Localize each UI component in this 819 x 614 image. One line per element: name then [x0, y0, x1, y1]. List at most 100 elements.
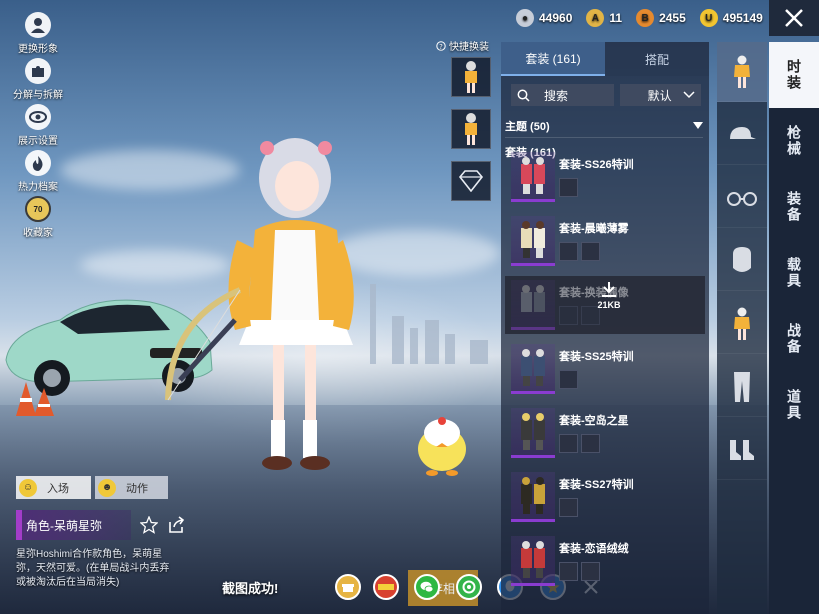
tab-action-label: 动作 — [126, 482, 148, 495]
tab-fashion-label: 时装 — [786, 59, 802, 91]
part-icon — [581, 562, 600, 581]
suit-item[interactable]: 套装-SS27特训 — [505, 468, 705, 526]
suit-thumbnail — [511, 216, 555, 266]
suit-name: 套装-空岛之星 — [559, 415, 629, 427]
category-mask[interactable] — [717, 231, 767, 291]
category-top[interactable] — [717, 294, 767, 354]
menu-label: 分解与拆解 — [13, 90, 63, 101]
currency-bar: ● 44960 A 11 B 2455 U 495149 — [516, 8, 763, 28]
quick-slot-1[interactable] — [451, 57, 491, 97]
menu-decompose[interactable]: 分解与拆解 — [10, 58, 66, 101]
part-icon — [581, 434, 600, 453]
animation-tabs: ☺ 入场 ☻ 动作 — [16, 476, 168, 499]
crossbow-image — [165, 287, 242, 401]
menu-heat-profile[interactable]: 热力档案 — [10, 150, 66, 193]
silver-coin-icon: ● — [516, 9, 534, 27]
chick-pet-image — [418, 417, 466, 476]
wechat-icon[interactable] — [414, 574, 440, 600]
currency-bp: B 2455 — [636, 9, 686, 27]
suit-item[interactable]: 套装-晨曦薄雾 — [505, 212, 705, 270]
traffic-cones-image — [16, 382, 54, 416]
screenshot-toast: 截图成功! — [222, 581, 279, 596]
chevron-down-icon — [683, 91, 695, 99]
menu-label: 收藏家 — [23, 228, 53, 239]
currency-value: 44960 — [539, 11, 573, 25]
category-outfit[interactable] — [717, 42, 767, 102]
tab-entry-label: 入场 — [47, 482, 69, 495]
boots-icon — [730, 439, 754, 460]
download-icon — [602, 282, 616, 297]
part-icon — [559, 242, 578, 261]
tab-entry[interactable]: ☺ 入场 — [16, 476, 91, 499]
tab-fashion[interactable]: 时装 — [769, 42, 819, 108]
suit-item[interactable]: 套装-空岛之星 — [505, 404, 705, 462]
menu-change-avatar[interactable]: 更换形象 — [10, 12, 66, 55]
favorite-star-icon[interactable] — [139, 515, 159, 539]
suit-item[interactable]: 套装-SS25特训 — [505, 340, 705, 398]
gift-icon[interactable] — [335, 574, 361, 600]
tab-vehicles-label: 载具 — [786, 257, 802, 289]
suit-item[interactable]: 套装-恋语绒绒 — [505, 532, 705, 590]
tab-vehicles[interactable]: 载具 — [769, 240, 819, 306]
theme-filter[interactable]: 主题 (50) — [505, 114, 703, 138]
tab-combat-prep-label: 战备 — [786, 323, 802, 355]
top-icon — [734, 307, 750, 340]
category-hat[interactable] — [717, 105, 767, 165]
part-icon — [559, 370, 578, 389]
tab-items[interactable]: 道具 — [769, 372, 819, 438]
part-icon — [559, 434, 578, 453]
diamond-icon — [458, 170, 484, 192]
tab-suits-label: 套装 (161) — [525, 51, 581, 66]
tab-items-label: 道具 — [786, 389, 802, 421]
suit-name: 套装-晨曦薄雾 — [559, 223, 629, 235]
menu-label: 热力档案 — [18, 182, 58, 193]
svg-text:?: ? — [439, 43, 443, 51]
currency-silver: ● 44960 — [516, 9, 572, 27]
close-button[interactable] — [769, 0, 819, 36]
tab-combos[interactable]: 搭配 — [605, 42, 709, 76]
tab-suits[interactable]: 套装 (161) — [501, 42, 605, 76]
collector-badge-icon: 70 — [25, 196, 51, 222]
theme-label: 主题 (50) — [505, 120, 550, 133]
suit-item[interactable]: 套装-SS26特训 — [505, 148, 705, 206]
quick-slot-3[interactable] — [451, 161, 491, 201]
cap-icon — [730, 126, 756, 139]
emote-icon: ☻ — [98, 478, 116, 497]
quick-change-label: ? 快捷换装 — [436, 38, 489, 53]
suit-thumbnail — [511, 344, 555, 394]
currency-uc: U 495149 — [699, 9, 763, 27]
tab-equipment[interactable]: 装备 — [769, 174, 819, 240]
part-icon — [559, 178, 578, 197]
eye-icon — [25, 104, 51, 130]
category-pants[interactable] — [717, 357, 767, 417]
category-shoes[interactable] — [717, 420, 767, 480]
tab-guns[interactable]: 枪械 — [769, 108, 819, 174]
sort-dropdown[interactable]: 默认 — [619, 84, 701, 106]
category-glasses[interactable] — [717, 168, 767, 228]
collector-level: 70 — [33, 204, 43, 214]
download-badge[interactable]: 21KB — [597, 282, 621, 310]
outfit-thumbnail-icon — [465, 113, 477, 145]
moments-icon[interactable] — [456, 574, 482, 600]
suit-thumbnail — [511, 152, 555, 202]
search-input[interactable]: 搜索 — [511, 84, 614, 106]
suit-name: 套装-SS25特训 — [559, 351, 634, 363]
tab-combat-prep[interactable]: 战备 — [769, 306, 819, 372]
currency-value: 2455 — [659, 11, 686, 25]
triangle-down-icon — [693, 122, 703, 129]
currency-value: 495149 — [722, 11, 763, 25]
outfit-icon — [734, 55, 750, 88]
download-size: 21KB — [597, 300, 621, 310]
tab-combos-label: 搭配 — [644, 52, 669, 67]
suit-thumbnail — [511, 536, 555, 586]
menu-collector[interactable]: 70 收藏家 — [10, 196, 66, 239]
heping-logo-icon[interactable] — [373, 574, 399, 600]
search-row: 搜索 默认 — [501, 76, 709, 110]
tab-equipment-label: 装备 — [786, 191, 802, 223]
share-icon[interactable] — [167, 516, 185, 539]
suit-name: 套装-SS27特训 — [559, 479, 634, 491]
quick-slot-2[interactable] — [451, 109, 491, 149]
suit-thumbnail — [511, 280, 555, 330]
menu-display-settings[interactable]: 展示设置 — [10, 104, 66, 147]
tab-action[interactable]: ☻ 动作 — [95, 476, 168, 499]
